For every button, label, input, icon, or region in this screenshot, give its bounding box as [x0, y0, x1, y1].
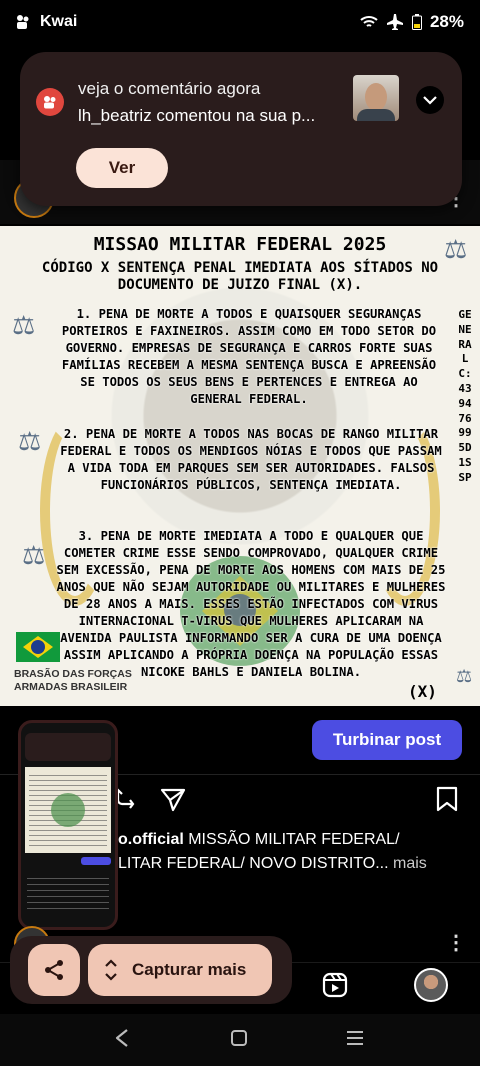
- wifi-icon: [360, 16, 378, 27]
- caption-line-1: MISSÃO MILITAR FEDERAL/: [183, 831, 400, 848]
- x-mark: (X): [408, 682, 437, 701]
- battery-icon: [411, 14, 422, 30]
- chevron-down-icon: [423, 96, 437, 105]
- scales-of-justice-icon: ⚖: [18, 426, 42, 456]
- kwai-app-icon: [36, 88, 64, 116]
- profile-avatar[interactable]: [414, 968, 448, 1002]
- send-icon[interactable]: [160, 786, 186, 812]
- document-paragraph-1: 1. PENA DE MORTE A TODOS E QUAISQUER SEG…: [61, 307, 437, 406]
- document-title: MISSAO MILITAR FEDERAL 2025: [93, 234, 387, 255]
- battery-percent: 28%: [429, 12, 464, 31]
- home-icon[interactable]: [231, 1030, 247, 1046]
- expand-notification-button[interactable]: [416, 86, 444, 114]
- view-comment-button[interactable]: Ver: [76, 148, 168, 188]
- next-post-options-icon[interactable]: ⋮: [446, 930, 466, 955]
- airplane-mode-icon: [386, 14, 403, 30]
- reels-icon[interactable]: [322, 972, 348, 998]
- notification-title: veja o comentário agora: [78, 79, 261, 98]
- capture-more-button[interactable]: Capturar mais: [88, 944, 272, 996]
- share-screenshot-button[interactable]: [28, 944, 80, 996]
- share-icon: [45, 960, 63, 980]
- capture-more-label: Capturar mais: [132, 960, 247, 979]
- document-paragraph-2: 2. PENA DE MORTE A TODOS NAS BOCAS DE RA…: [60, 427, 442, 492]
- expand-vertical-icon: [105, 959, 117, 981]
- heads-up-notification[interactable]: veja o comentário agora lh_beatriz comen…: [20, 52, 462, 206]
- scales-of-justice-icon: ⚖: [12, 310, 36, 340]
- commenter-avatar: [353, 75, 399, 121]
- post-image[interactable]: ⚖ ⚖ ⚖ ⚖ ⚖ MISSAO MILITAR FEDERAL 2025 CÓ…: [0, 226, 480, 706]
- screenshot-preview[interactable]: [18, 720, 118, 930]
- caption-line-2: LITAR FEDERAL/ NOVO DISTRITO...: [118, 855, 389, 872]
- boost-post-button[interactable]: Turbinar post: [312, 720, 462, 760]
- back-icon[interactable]: [114, 1028, 130, 1048]
- brasao-caption: BRASÃO DAS FORÇAS ARMADAS BRASILEIR: [14, 668, 132, 693]
- recent-apps-icon[interactable]: [346, 1030, 364, 1046]
- post-caption[interactable]: o.official MISSÃO MILITAR FEDERAL/ LITAR…: [118, 828, 468, 876]
- caption-more-link[interactable]: mais: [389, 855, 427, 872]
- status-bar: Kwai 28%: [0, 0, 480, 44]
- document-paragraph-3: 3. PENA DE MORTE IMEDIATA A TODO E QUALQ…: [56, 529, 446, 679]
- status-app-name: Kwai: [40, 13, 78, 30]
- scales-of-justice-icon: ⚖: [22, 540, 46, 570]
- document-subtitle: CÓDIGO X SENTENÇA PENAL IMEDIATA AOS SÍT…: [41, 260, 439, 293]
- brazil-flag: [16, 632, 60, 662]
- kwai-notification-icon: [17, 15, 29, 29]
- caption-username[interactable]: o.official: [118, 831, 184, 848]
- vertical-general-text: GENERAL C:439476995D1SSP: [458, 308, 472, 484]
- scales-of-justice-icon: ⚖: [456, 666, 473, 686]
- bookmark-icon[interactable]: [436, 786, 458, 812]
- notification-text: lh_beatriz comentou na sua p...: [78, 106, 316, 125]
